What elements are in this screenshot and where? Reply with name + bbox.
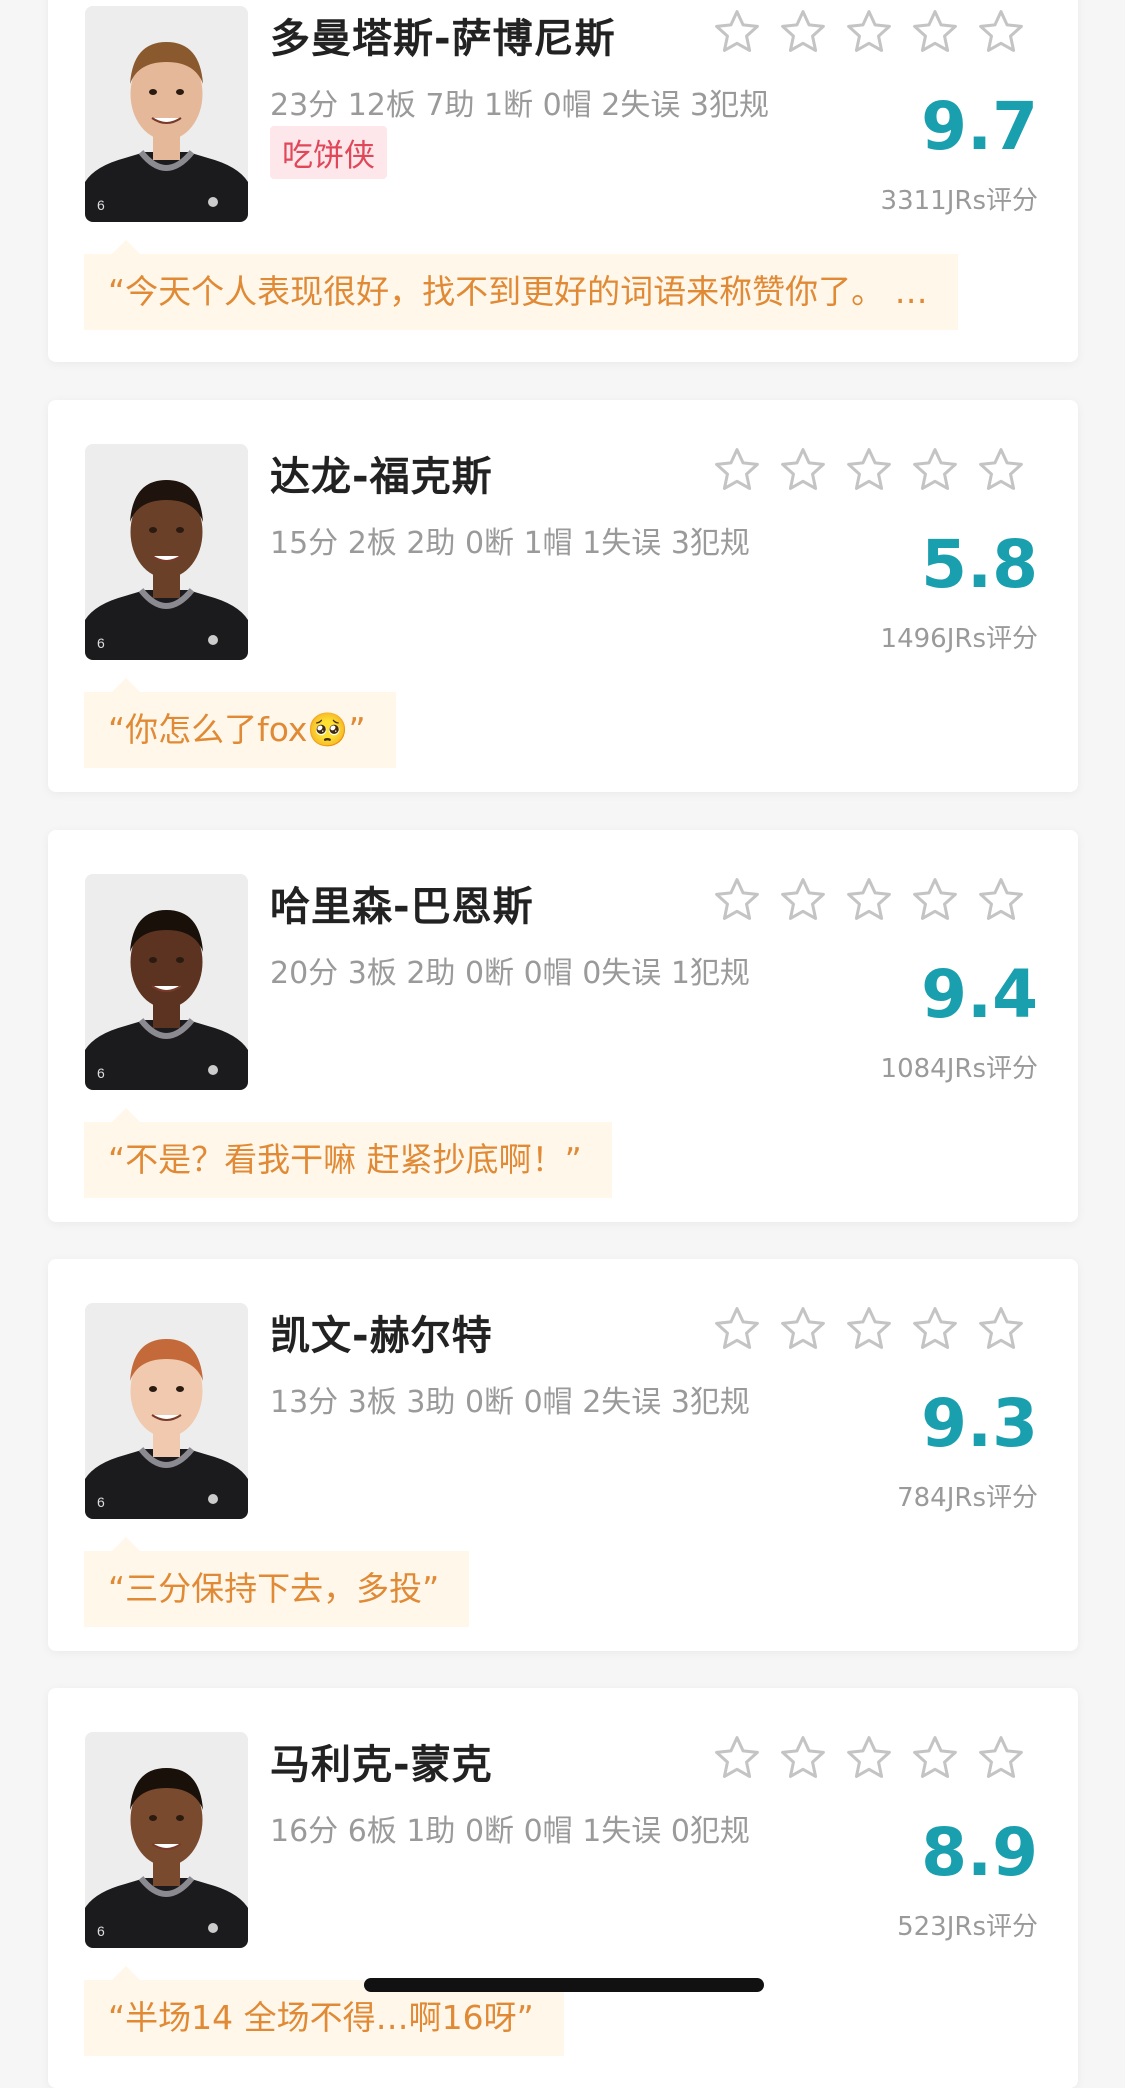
star-outline-icon[interactable] <box>711 444 763 496</box>
star-outline-icon[interactable] <box>777 444 829 496</box>
player-card[interactable]: 6 达龙-福克斯 15分 2板 2助 0断 1帽 1失误 3犯规 5.8 149… <box>48 400 1078 792</box>
player-name: 凯文-赫尔特 <box>270 1313 493 1359</box>
star-outline-icon[interactable] <box>777 1732 829 1784</box>
player-name: 马利克-蒙克 <box>270 1742 493 1788</box>
player-score: 9.4 <box>921 956 1038 1033</box>
star-outline-icon[interactable] <box>843 874 895 926</box>
star-outline-icon[interactable] <box>843 444 895 496</box>
star-outline-icon[interactable] <box>777 6 829 58</box>
star-outline-icon[interactable] <box>843 1732 895 1784</box>
player-card[interactable]: 6 马利克-蒙克 16分 6板 1助 0断 0帽 1失误 0犯规 8.9 523… <box>48 1688 1078 2088</box>
star-outline-icon[interactable] <box>777 874 829 926</box>
star-outline-icon[interactable] <box>975 1732 1027 1784</box>
rating-count: 523JRs评分 <box>897 1912 1038 1942</box>
player-score: 9.3 <box>921 1385 1038 1462</box>
top-comment[interactable]: “三分保持下去，多投” <box>84 1537 470 1627</box>
star-outline-icon[interactable] <box>975 874 1027 926</box>
svg-text:6: 6 <box>97 197 105 213</box>
player-name: 多曼塔斯-萨博尼斯 <box>270 16 616 62</box>
svg-text:6: 6 <box>97 1923 105 1939</box>
player-stats: 16分 6板 1助 0断 0帽 1失误 0犯规 <box>270 1814 750 1849</box>
home-indicator[interactable] <box>364 1978 764 1992</box>
rating-stars[interactable] <box>711 6 1041 58</box>
player-card[interactable]: 6 凯文-赫尔特 13分 3板 3助 0断 0帽 2失误 3犯规 9.3 784… <box>48 1259 1078 1651</box>
top-comment[interactable]: “你怎么了fox🥺” <box>84 678 396 768</box>
player-stats: 13分 3板 3助 0断 0帽 2失误 3犯规 <box>270 1385 750 1420</box>
player-avatar: 6 <box>85 6 248 222</box>
top-comment[interactable]: “今天个人表现很好，找不到更好的词语来称赞你了。 … <box>84 240 958 330</box>
svg-text:6: 6 <box>97 635 105 651</box>
rating-count: 3311JRs评分 <box>880 186 1038 216</box>
player-badge: 吃饼侠 <box>270 126 387 179</box>
player-avatar: 6 <box>85 874 248 1090</box>
top-comment[interactable]: “不是？看我干嘛 赶紧抄底啊！” <box>84 1108 612 1198</box>
star-outline-icon[interactable] <box>843 1303 895 1355</box>
star-outline-icon[interactable] <box>975 6 1027 58</box>
star-outline-icon[interactable] <box>909 6 961 58</box>
player-score: 5.8 <box>921 526 1038 603</box>
star-outline-icon[interactable] <box>909 1303 961 1355</box>
player-avatar: 6 <box>85 444 248 660</box>
rating-count: 1496JRs评分 <box>880 624 1038 654</box>
star-outline-icon[interactable] <box>909 1732 961 1784</box>
star-outline-icon[interactable] <box>777 1303 829 1355</box>
star-outline-icon[interactable] <box>711 1303 763 1355</box>
player-stats: 15分 2板 2助 0断 1帽 1失误 3犯规 <box>270 526 750 561</box>
rating-stars[interactable] <box>711 444 1041 496</box>
player-avatar: 6 <box>85 1732 248 1948</box>
player-score: 8.9 <box>921 1814 1038 1891</box>
star-outline-icon[interactable] <box>711 874 763 926</box>
rating-count: 1084JRs评分 <box>880 1054 1038 1084</box>
star-outline-icon[interactable] <box>975 1303 1027 1355</box>
player-name: 哈里森-巴恩斯 <box>270 884 534 930</box>
rating-stars[interactable] <box>711 1732 1041 1784</box>
player-stats: 23分 12板 7助 1断 0帽 2失误 3犯规 <box>270 88 769 123</box>
star-outline-icon[interactable] <box>909 444 961 496</box>
rating-stars[interactable] <box>711 1303 1041 1355</box>
rating-count: 784JRs评分 <box>897 1483 1038 1513</box>
star-outline-icon[interactable] <box>909 874 961 926</box>
player-score: 9.7 <box>921 88 1038 165</box>
player-avatar: 6 <box>85 1303 248 1519</box>
svg-text:6: 6 <box>97 1494 105 1510</box>
star-outline-icon[interactable] <box>711 6 763 58</box>
player-stats: 20分 3板 2助 0断 0帽 0失误 1犯规 <box>270 956 750 991</box>
player-name: 达龙-福克斯 <box>270 454 493 500</box>
player-card[interactable]: 6 多曼塔斯-萨博尼斯 23分 12板 7助 1断 0帽 2失误 3犯规 吃饼侠… <box>48 0 1078 362</box>
star-outline-icon[interactable] <box>975 444 1027 496</box>
star-outline-icon[interactable] <box>843 6 895 58</box>
player-card[interactable]: 6 哈里森-巴恩斯 20分 3板 2助 0断 0帽 0失误 1犯规 9.4 10… <box>48 830 1078 1222</box>
svg-text:6: 6 <box>97 1065 105 1081</box>
star-outline-icon[interactable] <box>711 1732 763 1784</box>
rating-stars[interactable] <box>711 874 1041 926</box>
